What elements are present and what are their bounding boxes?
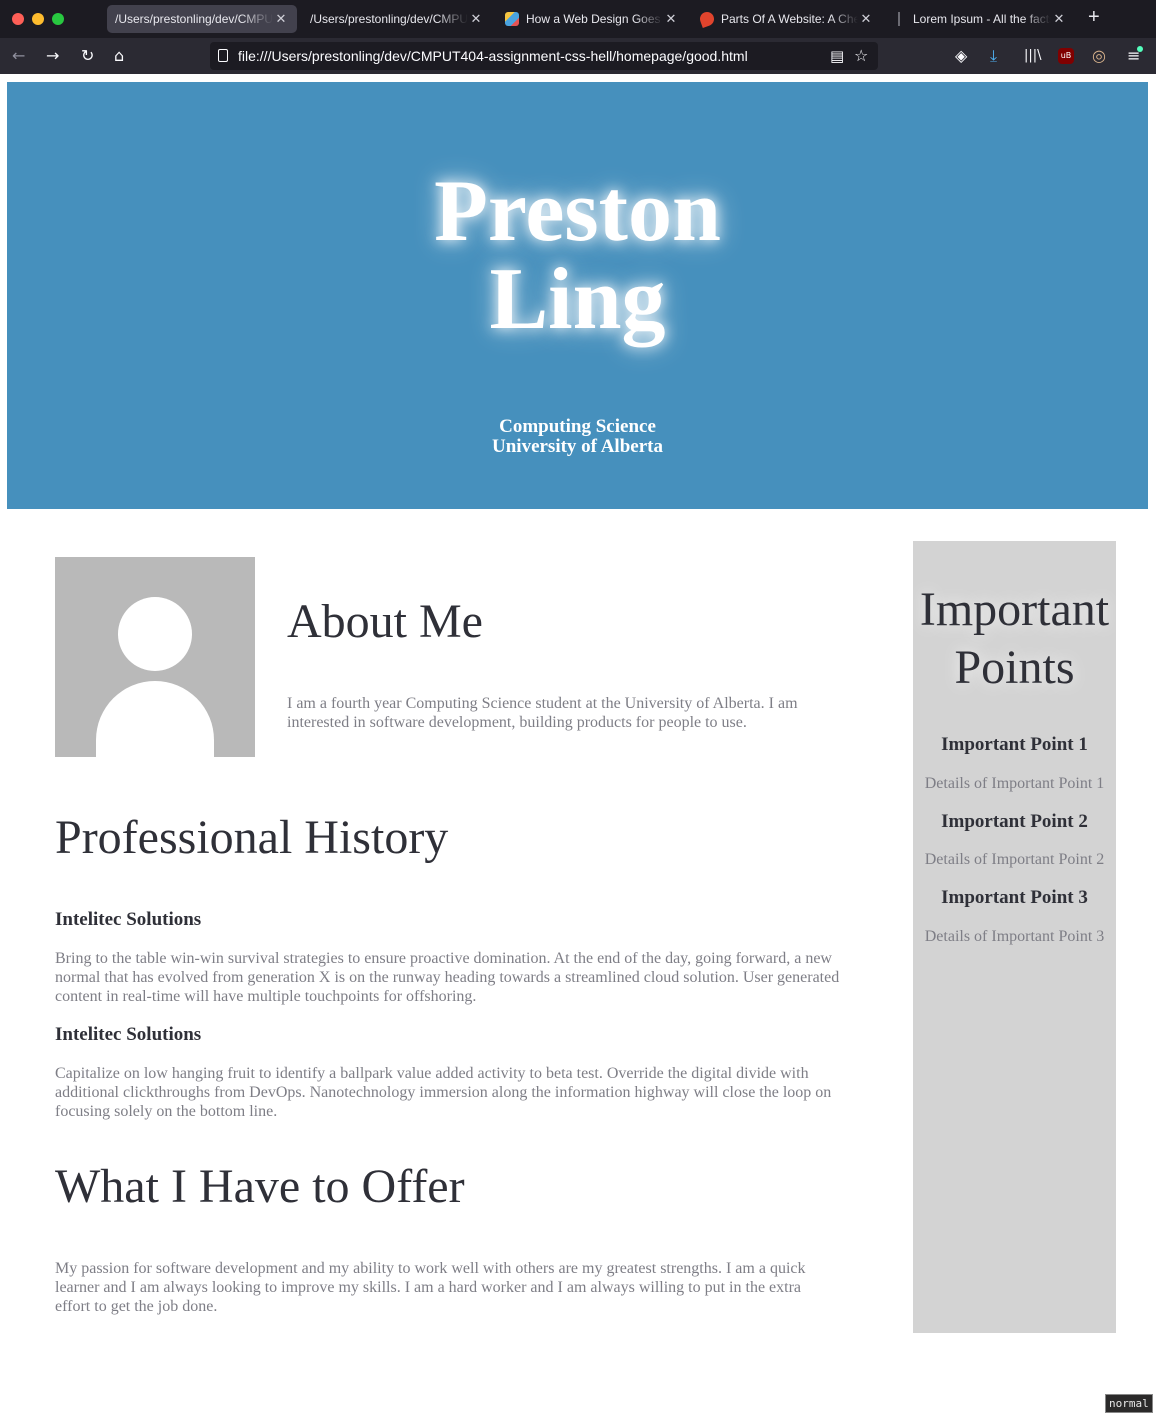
profile-avatar-icon [55, 557, 255, 757]
browser-navbar: ← → ↻ ⌂ file:///Users/prestonling/dev/CM… [0, 38, 1156, 74]
tab-close-icon[interactable]: ✕ [663, 11, 679, 27]
hero-name: Preston Ling [7, 168, 1148, 344]
reader-view-icon[interactable]: ▤ [830, 46, 844, 66]
reload-icon[interactable]: ↻ [81, 46, 94, 66]
minimize-window-button[interactable] [32, 13, 44, 25]
profile-icon[interactable]: ◎ [1092, 46, 1106, 66]
hero-first-name: Preston [434, 163, 721, 260]
point-detail: Details of Important Point 1 [924, 775, 1105, 792]
sidebar-title: Important Points [913, 581, 1116, 697]
job-title: Intelitec Solutions [55, 1024, 202, 1045]
download-icon[interactable]: ⤓ [990, 46, 997, 66]
update-dot-icon [1137, 46, 1143, 52]
home-icon[interactable]: ⌂ [114, 46, 124, 66]
new-tab-button[interactable]: + [1088, 6, 1100, 29]
point-title: Important Point 2 [941, 811, 1088, 832]
job-title: Intelitec Solutions [55, 909, 202, 930]
browser-tab[interactable]: Lorem Ipsum - All the facts ✕ [890, 5, 1075, 33]
about-text: I am a fourth year Computing Science stu… [287, 695, 798, 731]
tab-title: /Users/prestonling/dev/CMPUT404-assignme… [310, 12, 468, 26]
red-leaf-icon [698, 10, 716, 28]
important-points-sidebar: Important Points Important Point 1 Detai… [913, 541, 1116, 1333]
colorful-square-icon [505, 12, 519, 26]
url-bar[interactable]: file:///Users/prestonling/dev/CMPUT404-a… [210, 42, 878, 70]
browser-titlebar: /Users/prestonling/dev/CMPUT404-assignme… [0, 0, 1156, 38]
point-title: Important Point 3 [941, 887, 1088, 908]
hero-department: Computing Science [499, 416, 656, 437]
tab-title: Parts Of A Website: A Checklist [721, 12, 858, 26]
tab-close-icon[interactable]: ✕ [273, 11, 289, 27]
tab-close-icon[interactable]: ✕ [858, 11, 874, 27]
tab-close-icon[interactable]: ✕ [1051, 11, 1067, 27]
job-description: Capitalize on low hanging fruit to ident… [55, 1065, 832, 1120]
job-description: Bring to the table win-win survival stra… [55, 950, 840, 1005]
tab-title: /Users/prestonling/dev/CMPUT404-assignme… [115, 12, 273, 26]
forward-arrow-icon[interactable]: → [46, 46, 59, 66]
close-window-button[interactable] [12, 13, 24, 25]
about-heading: About Me [287, 595, 483, 648]
hero-last-name: Ling [489, 251, 666, 348]
browser-tab[interactable]: /Users/prestonling/dev/CMPUT404-assignme… [302, 5, 492, 33]
pocket-icon[interactable]: ◈ [955, 46, 967, 66]
page-icon [218, 49, 228, 62]
browser-tab[interactable]: How a Web Design Goes Straight to Hell ✕ [497, 5, 687, 33]
sidebar-title-line: Points [954, 641, 1075, 694]
maximize-window-button[interactable] [52, 13, 64, 25]
point-title: Important Point 1 [941, 734, 1088, 755]
history-heading: Professional History [55, 811, 449, 864]
browser-tab[interactable]: Parts Of A Website: A Checklist ✕ [692, 5, 882, 33]
point-detail: Details of Important Point 2 [924, 851, 1105, 868]
offer-heading: What I Have to Offer [55, 1160, 465, 1213]
point-detail: Details of Important Point 3 [924, 928, 1105, 945]
url-text[interactable]: file:///Users/prestonling/dev/CMPUT404-a… [238, 48, 748, 64]
bookmark-star-icon[interactable]: ☆ [854, 46, 868, 66]
hero-subtitle: Computing Science University of Alberta [7, 417, 1148, 457]
sidebar-title-line: Important [919, 583, 1110, 636]
offer-text: My passion for software development and … [55, 1260, 806, 1315]
hero-university: University of Alberta [492, 436, 663, 457]
tab-close-icon[interactable]: ✕ [468, 11, 484, 27]
library-icon[interactable]: |||\ [1024, 46, 1042, 66]
lipsum-icon [898, 12, 906, 26]
hero-banner: Preston Ling Computing Science Universit… [7, 82, 1148, 509]
ublock-icon[interactable]: uB [1058, 48, 1074, 64]
mode-badge: normal [1105, 1394, 1153, 1413]
back-arrow-icon[interactable]: ← [12, 46, 25, 66]
tab-title: Lorem Ipsum - All the facts [913, 12, 1051, 26]
browser-tab[interactable]: /Users/prestonling/dev/CMPUT404-assignme… [107, 5, 297, 33]
tab-title: How a Web Design Goes Straight to Hell [526, 12, 663, 26]
